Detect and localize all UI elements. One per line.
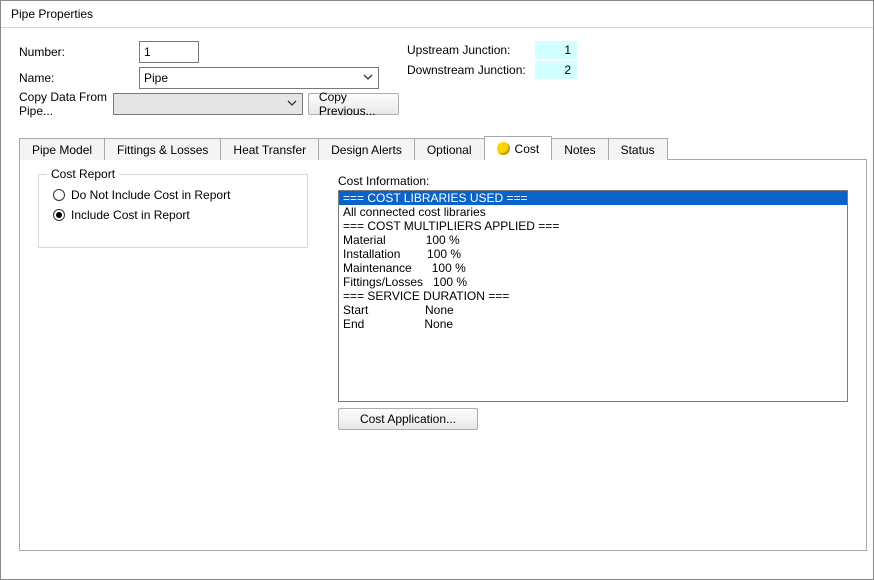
upstream-label: Upstream Junction: [407,43,535,57]
cost-application-label: Cost Application... [360,412,456,426]
cost-application-button[interactable]: Cost Application... [338,408,478,430]
tab-fittings-losses[interactable]: Fittings & Losses [104,138,221,160]
radio-include-row[interactable]: Include Cost in Report [53,205,293,225]
radio-exclude-label: Do Not Include Cost in Report [71,188,230,202]
content-area: Number: Name: Pipe Copy Data From Pipe..… [1,28,873,561]
number-label: Number: [19,45,139,59]
cost-info-line[interactable]: End None [339,317,847,331]
chevron-down-icon [360,71,376,85]
cost-info-line[interactable]: Fittings/Losses 100 % [339,275,847,289]
main-panel: Number: Name: Pipe Copy Data From Pipe..… [19,40,867,551]
cost-report-legend: Cost Report [47,167,119,181]
copy-previous-label: Copy Previous... [319,90,388,118]
cost-info-line[interactable]: Maintenance 100 % [339,261,847,275]
tab-optional[interactable]: Optional [414,138,485,160]
radio-exclude-row[interactable]: Do Not Include Cost in Report [53,185,293,205]
tab-cost[interactable]: Cost [484,136,553,160]
downstream-label: Downstream Junction: [407,63,535,77]
radio-exclude[interactable] [53,189,65,201]
name-combobox[interactable]: Pipe [139,67,379,89]
name-label: Name: [19,71,139,85]
tab-body-cost: Cost Report Do Not Include Cost in Repor… [19,159,867,551]
radio-include-label: Include Cost in Report [71,208,190,222]
cost-info-line[interactable]: Material 100 % [339,233,847,247]
cost-info-line[interactable]: === SERVICE DURATION === [339,289,847,303]
cost-info-line[interactable]: Installation 100 % [339,247,847,261]
radio-include[interactable] [53,209,65,221]
copy-label: Copy Data From Pipe... [19,90,113,118]
tab-notes[interactable]: Notes [551,138,608,160]
cost-info-listbox[interactable]: === COST LIBRARIES USED === All connecte… [338,190,848,402]
name-value: Pipe [144,71,168,85]
cost-info-line[interactable]: Start None [339,303,847,317]
number-input[interactable] [139,41,199,63]
cost-info-line[interactable]: All connected cost libraries [339,205,847,219]
tab-design-alerts[interactable]: Design Alerts [318,138,415,160]
cost-info-line[interactable]: === COST LIBRARIES USED === [339,191,847,205]
copy-previous-button[interactable]: Copy Previous... [308,93,399,115]
tab-strip: Pipe Model Fittings & Losses Heat Transf… [19,136,867,160]
cost-info-label: Cost Information: [338,174,848,188]
header-form: Number: Name: Pipe Copy Data From Pipe..… [19,40,867,118]
chevron-down-icon [284,97,300,111]
copy-from-combobox[interactable] [113,93,303,115]
window-title: Pipe Properties [11,7,93,21]
tab-pipe-model[interactable]: Pipe Model [19,138,105,160]
tab-container: Pipe Model Fittings & Losses Heat Transf… [19,136,867,551]
downstream-value: 2 [535,61,577,79]
upstream-value: 1 [535,41,577,59]
cost-info-col: Cost Information: === COST LIBRARIES USE… [338,174,848,536]
titlebar: Pipe Properties [1,1,873,28]
cost-report-group: Cost Report Do Not Include Cost in Repor… [38,174,308,248]
tab-heat-transfer[interactable]: Heat Transfer [220,138,319,160]
junction-display: Upstream Junction: 1 Downstream Junction… [407,40,577,118]
cost-info-line[interactable]: === COST MULTIPLIERS APPLIED === [339,219,847,233]
cost-icon [497,142,510,155]
tab-status[interactable]: Status [608,138,668,160]
